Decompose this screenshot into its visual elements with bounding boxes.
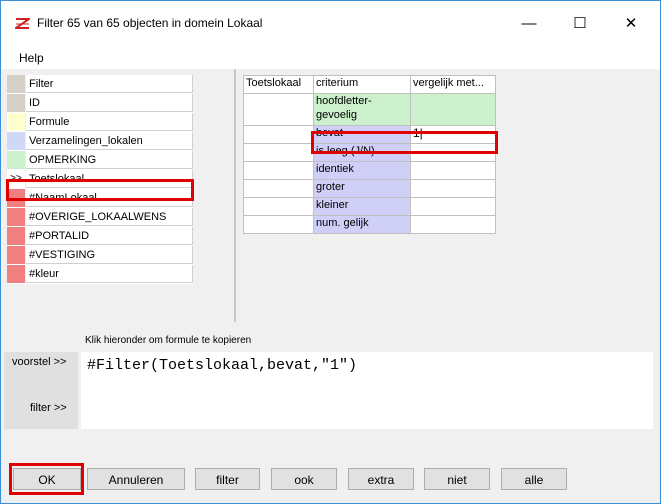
- field-list-row[interactable]: Formule: [7, 113, 193, 132]
- value-cell[interactable]: [410, 143, 496, 162]
- field-list-row[interactable]: ID: [7, 94, 193, 113]
- criterium-cell: kleiner: [313, 197, 411, 216]
- value-cell[interactable]: [410, 161, 496, 180]
- formula-box[interactable]: #Filter(Toetslokaal,bevat,"1"): [81, 352, 653, 429]
- filter-dialog-window: Filter 65 van 65 objecten in domein Loka…: [0, 0, 661, 504]
- field-list-row[interactable]: #kleur: [7, 265, 193, 284]
- criteria-header-row: Toetslokaal criterium vergelijk met...: [243, 75, 496, 94]
- field-list-row[interactable]: Filter: [7, 75, 193, 94]
- close-icon[interactable]: ✕: [608, 11, 654, 37]
- niet-button[interactable]: niet: [424, 468, 490, 490]
- field-list: Filter ID Formule Verzamelingen_lokalen …: [7, 75, 193, 284]
- value-cell[interactable]: [410, 179, 496, 198]
- field-id: ID: [26, 94, 193, 112]
- row-marker: [7, 113, 25, 131]
- field-list-row[interactable]: #OVERIGE_LOKAALWENS: [7, 208, 193, 227]
- field-list-header: Filter: [26, 75, 193, 93]
- criterium-cell: hoofdletter-gevoelig: [313, 93, 411, 126]
- field-opmerking: OPMERKING: [26, 151, 193, 169]
- value-cell[interactable]: [410, 215, 496, 234]
- voorstel-label: voorstel >>: [4, 352, 78, 372]
- field-list-row[interactable]: #PORTALID: [7, 227, 193, 246]
- ok-button[interactable]: OK: [13, 468, 81, 490]
- field-cell: [243, 179, 314, 198]
- row-marker: [7, 94, 25, 112]
- criterium-cell: groter: [313, 179, 411, 198]
- row-marker: [7, 189, 25, 207]
- value-cell[interactable]: [410, 93, 496, 126]
- field-cell: [243, 143, 314, 162]
- app-icon: [15, 18, 30, 29]
- minimize-icon[interactable]: —: [506, 11, 552, 37]
- annuleren-button[interactable]: Annuleren: [87, 468, 185, 490]
- field-kleur: #kleur: [26, 265, 193, 283]
- header-criterium: criterium: [313, 75, 411, 94]
- menu-bar: Help: [1, 48, 660, 68]
- field-formule: Formule: [26, 113, 193, 131]
- row-marker: [7, 75, 25, 93]
- criterium-cell: bevat: [313, 125, 411, 144]
- criteria-row[interactable]: kleiner: [243, 197, 496, 216]
- field-toetslokaal: Toetslokaal: [26, 170, 193, 188]
- criteria-grid: Toetslokaal criterium vergelijk met... h…: [243, 75, 496, 234]
- dialog-client-area: Filter ID Formule Verzamelingen_lokalen …: [1, 69, 660, 503]
- panel-divider[interactable]: [234, 69, 236, 322]
- field-overige-lokaalwens: #OVERIGE_LOKAALWENS: [26, 208, 193, 226]
- field-list-row[interactable]: OPMERKING: [7, 151, 193, 170]
- field-list-row[interactable]: #VESTIGING: [7, 246, 193, 265]
- value-input[interactable]: 1|: [410, 125, 496, 144]
- row-marker: [7, 151, 25, 169]
- ook-button[interactable]: ook: [271, 468, 337, 490]
- field-cell: [243, 215, 314, 234]
- row-marker: [7, 265, 25, 283]
- row-marker: [7, 208, 25, 226]
- row-marker: [7, 246, 25, 264]
- menu-help[interactable]: Help: [19, 51, 44, 65]
- criteria-row[interactable]: is leeg (J/N): [243, 143, 496, 162]
- header-field: Toetslokaal: [243, 75, 314, 94]
- row-marker: >>: [7, 170, 25, 188]
- filter-button[interactable]: filter: [195, 468, 260, 490]
- field-cell: [243, 197, 314, 216]
- field-cell: [243, 125, 314, 144]
- formula-voorstel-text[interactable]: #Filter(Toetslokaal,bevat,"1"): [87, 357, 357, 374]
- field-vestiging: #VESTIGING: [26, 246, 193, 264]
- row-marker: [7, 132, 25, 150]
- criterium-cell: identiek: [313, 161, 411, 180]
- criteria-row[interactable]: hoofdletter-gevoelig: [243, 93, 496, 126]
- field-portalid: #PORTALID: [26, 227, 193, 245]
- field-list-row-selected[interactable]: >> Toetslokaal: [7, 170, 193, 189]
- criterium-cell: num. gelijk: [313, 215, 411, 234]
- alle-button[interactable]: alle: [501, 468, 567, 490]
- criterium-cell: is leeg (J/N): [313, 143, 411, 162]
- row-marker: [7, 227, 25, 245]
- header-vergelijk: vergelijk met...: [410, 75, 496, 94]
- extra-button[interactable]: extra: [348, 468, 414, 490]
- filter-label: filter >>: [4, 372, 78, 429]
- field-cell: [243, 161, 314, 180]
- field-naamlokaal: #NaamLokaal: [26, 189, 193, 207]
- field-list-row[interactable]: Verzamelingen_lokalen: [7, 132, 193, 151]
- field-verzamelingen: Verzamelingen_lokalen: [26, 132, 193, 150]
- field-cell: [243, 93, 314, 126]
- value-cell[interactable]: [410, 197, 496, 216]
- title-bar: Filter 65 van 65 objecten in domein Loka…: [1, 1, 660, 45]
- criteria-row[interactable]: num. gelijk: [243, 215, 496, 234]
- formula-hint: Klik hieronder om formule te kopieren: [85, 335, 252, 346]
- criteria-row[interactable]: bevat 1|: [243, 125, 496, 144]
- maximize-icon[interactable]: ☐: [557, 11, 603, 37]
- field-list-row[interactable]: #NaamLokaal: [7, 189, 193, 208]
- window-title: Filter 65 van 65 objecten in domein Loka…: [37, 16, 263, 30]
- criteria-row[interactable]: groter: [243, 179, 496, 198]
- criteria-row[interactable]: identiek: [243, 161, 496, 180]
